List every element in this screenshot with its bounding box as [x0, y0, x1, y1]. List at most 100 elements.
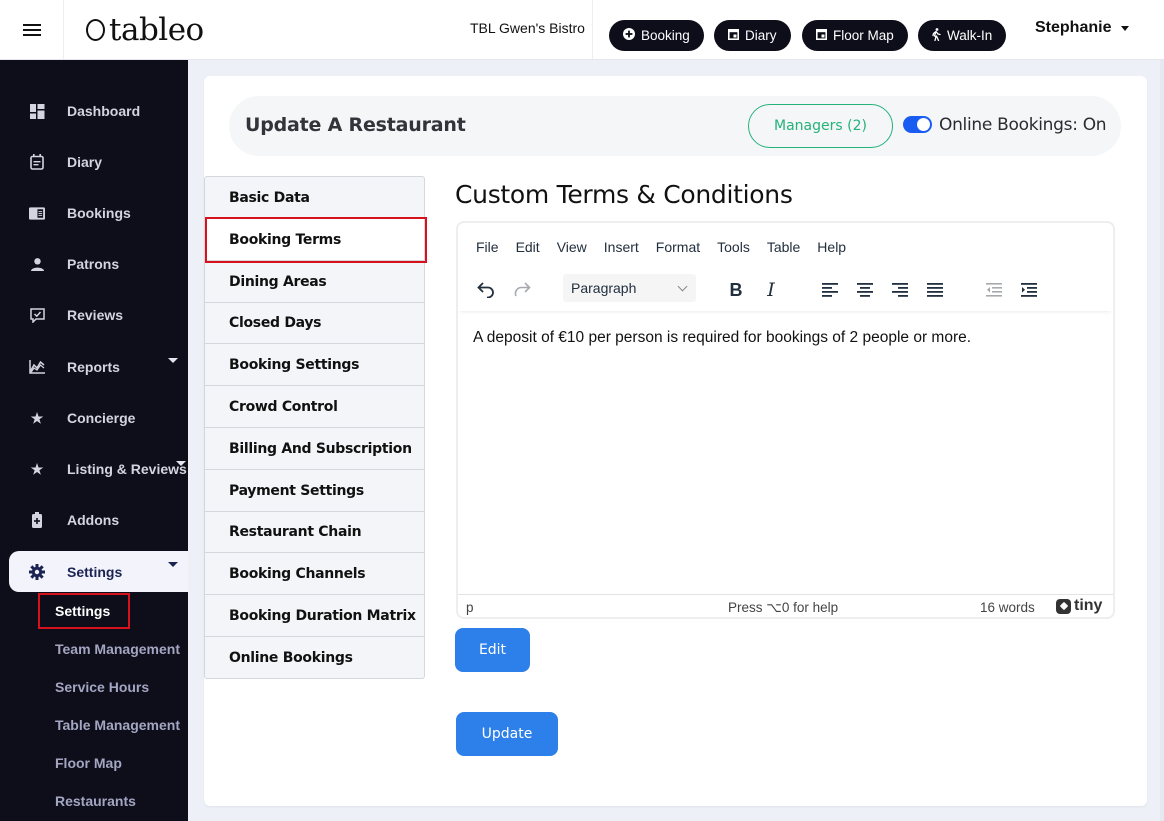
caret-down-icon [1121, 25, 1130, 31]
tab-closed-days[interactable]: Closed Days [205, 302, 424, 344]
settings-tabs: Basic Data Booking Terms Dining Areas Cl… [204, 176, 425, 679]
sidebar-item-addons[interactable]: Addons [0, 500, 188, 540]
menu-view[interactable]: View [557, 239, 587, 255]
caret-down-icon [168, 358, 178, 363]
align-left-icon [822, 283, 838, 297]
tiny-logo-icon [1056, 598, 1071, 614]
current-subitem-highlight [38, 593, 130, 629]
menu-tools[interactable]: Tools [717, 239, 750, 255]
update-button[interactable]: Update [456, 712, 558, 756]
user-menu[interactable]: Stephanie [1035, 19, 1130, 37]
editor-content[interactable]: A deposit of €10 per person is required … [473, 329, 971, 347]
italic-icon: I [767, 279, 775, 301]
tab-dining-areas[interactable]: Dining Areas [205, 261, 424, 303]
sidebar-item-label: Patrons [67, 256, 120, 272]
online-bookings-toggle[interactable] [903, 116, 932, 133]
align-justify-button[interactable] [922, 277, 948, 303]
dashboard-icon [29, 103, 45, 119]
edit-button[interactable]: Edit [455, 628, 530, 672]
tab-basic-data[interactable]: Basic Data [205, 177, 424, 219]
sidebar-item-reports[interactable]: Reports [0, 347, 188, 387]
menu-edit[interactable]: Edit [516, 239, 540, 255]
sidebar-item-dashboard[interactable]: Dashboard [0, 91, 188, 131]
diary-button[interactable]: Diary [714, 20, 791, 51]
caret-down-icon [168, 562, 178, 567]
align-center-button[interactable] [852, 277, 878, 303]
redo-icon [514, 282, 531, 297]
block-format-value: Paragraph [571, 280, 637, 296]
online-bookings-label: Online Bookings: On [939, 115, 1107, 135]
italic-button[interactable]: I [758, 277, 784, 303]
sidebar-item-patrons[interactable]: Patrons [0, 244, 188, 284]
chevron-down-icon [677, 281, 688, 292]
floor-map-button[interactable]: Floor Map [802, 20, 908, 51]
walk-in-button[interactable]: Walk-In [918, 20, 1007, 51]
caret-down-icon [176, 461, 186, 466]
tab-restaurant-chain[interactable]: Restaurant Chain [205, 511, 424, 553]
indent-button[interactable] [1016, 277, 1042, 303]
tab-crowd-control[interactable]: Crowd Control [205, 386, 424, 428]
page-scrollbar[interactable] [1160, 60, 1164, 821]
calendar-icon [728, 28, 739, 43]
managers-button[interactable]: Managers (2) [748, 104, 893, 148]
menu-file[interactable]: File [476, 239, 499, 255]
sidebar-item-bookings[interactable]: Bookings [0, 193, 188, 233]
sidebar-item-label: Reviews [67, 307, 124, 323]
align-left-button[interactable] [817, 277, 843, 303]
sidebar-item-listing-reviews[interactable]: ★ Listing & Reviews [0, 449, 188, 489]
sidebar-item-diary[interactable]: Diary [0, 142, 188, 182]
indent-icon [1021, 283, 1037, 297]
menu-help[interactable]: Help [817, 239, 846, 255]
top-bar: tableo TBL Gwen's Bistro Booking Diary F… [0, 0, 1164, 60]
review-icon [29, 307, 45, 323]
rich-text-editor: File Edit View Insert Format Tools Table… [456, 221, 1115, 619]
sidebar-item-label: Listing & Reviews [67, 461, 187, 477]
align-right-button[interactable] [887, 277, 913, 303]
floor-map-label: Floor Map [833, 28, 894, 43]
undo-button[interactable] [473, 277, 499, 303]
diary-label: Diary [745, 28, 777, 43]
plus-circle-icon [623, 28, 635, 43]
tab-booking-duration-matrix[interactable]: Booking Duration Matrix [205, 595, 424, 637]
tab-booking-settings[interactable]: Booking Settings [205, 344, 424, 386]
sidebar: Dashboard Diary Bookings Patrons Reviews… [0, 60, 188, 821]
sidebar-subitem-floor-map[interactable]: Floor Map [55, 755, 122, 771]
align-justify-icon [927, 283, 943, 297]
hamburger-icon [22, 23, 41, 37]
new-booking-button[interactable]: Booking [609, 20, 704, 51]
menu-insert[interactable]: Insert [604, 239, 639, 255]
outdent-button[interactable] [981, 277, 1007, 303]
tab-booking-channels[interactable]: Booking Channels [205, 553, 424, 595]
sidebar-subitem-team-management[interactable]: Team Management [55, 641, 180, 657]
sidebar-subitem-service-hours[interactable]: Service Hours [55, 679, 149, 695]
battery-plus-icon [29, 512, 45, 528]
calendar-icon [816, 28, 827, 43]
element-path[interactable]: p [466, 600, 474, 615]
tab-online-bookings[interactable]: Online Bookings [205, 637, 424, 679]
block-format-select[interactable]: Paragraph [563, 274, 696, 302]
sidebar-item-reviews[interactable]: Reviews [0, 295, 188, 335]
restaurant-name: TBL Gwen's Bistro [470, 20, 585, 36]
sidebar-item-label: Reports [67, 359, 120, 375]
menu-format[interactable]: Format [656, 239, 700, 255]
logo-ring-icon [86, 19, 105, 41]
brand-logo[interactable]: tableo [86, 12, 204, 48]
tab-billing-subscription[interactable]: Billing And Subscription [205, 428, 424, 470]
sidebar-item-label: Diary [67, 154, 103, 170]
header-divider [592, 0, 593, 59]
menu-table[interactable]: Table [767, 239, 800, 255]
sidebar-item-settings[interactable]: Settings [9, 551, 188, 592]
sidebar-subitem-restaurants[interactable]: Restaurants [55, 793, 136, 809]
sidebar-item-concierge[interactable]: ★ Concierge [0, 398, 188, 438]
sidebar-subitem-table-management[interactable]: Table Management [55, 717, 180, 733]
word-count[interactable]: 16 words [980, 600, 1035, 615]
tab-payment-settings[interactable]: Payment Settings [205, 470, 424, 512]
tiny-brand-link[interactable]: tiny [1056, 597, 1102, 615]
tab-booking-terms[interactable]: Booking Terms [205, 219, 424, 261]
redo-button[interactable] [509, 277, 535, 303]
sidebar-item-label: Bookings [67, 205, 131, 221]
menu-toggle-button[interactable] [0, 0, 64, 59]
toggle-knob [917, 118, 930, 131]
outdent-icon [986, 283, 1002, 297]
bold-button[interactable]: B [723, 277, 749, 303]
